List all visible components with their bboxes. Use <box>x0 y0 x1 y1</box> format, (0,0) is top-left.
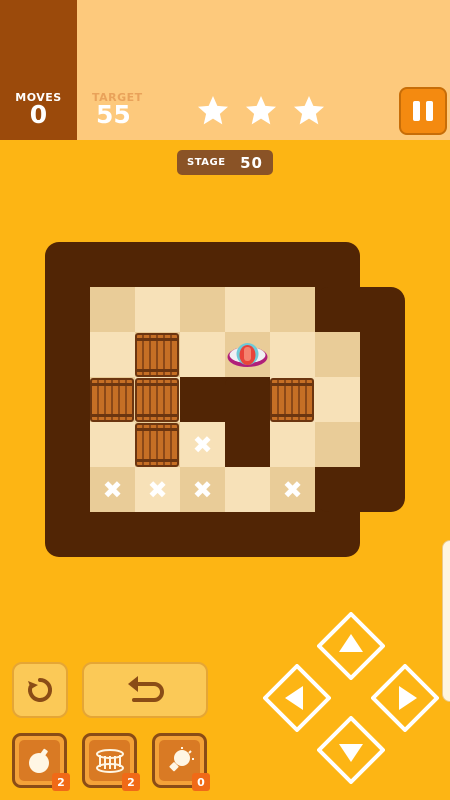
crate <box>270 378 314 422</box>
floor-tile <box>180 332 225 377</box>
down-button[interactable] <box>317 716 385 784</box>
robot-player-icon <box>227 343 268 367</box>
floor-tile <box>135 287 180 332</box>
floor-tile <box>270 422 315 467</box>
floor-tile <box>315 332 360 377</box>
crate <box>135 423 179 467</box>
crate <box>135 333 179 377</box>
side-drawer-tab[interactable] <box>442 540 450 702</box>
wall <box>225 377 270 467</box>
floor-tile <box>90 422 135 467</box>
goal-marker: ✖ <box>192 475 213 504</box>
goal-marker: ✖ <box>102 475 123 504</box>
goal-marker: ✖ <box>282 475 303 504</box>
restart-button[interactable] <box>12 662 68 718</box>
floor-tile <box>315 422 360 467</box>
goal-marker: ✖ <box>147 475 168 504</box>
bomb-item-button[interactable]: 2 <box>12 733 70 791</box>
floor-tile <box>270 287 315 332</box>
fence-remove-item-button[interactable]: 2 <box>82 733 140 791</box>
floor-tile <box>180 287 225 332</box>
item-count-badge: 2 <box>52 773 70 791</box>
restart-icon <box>28 677 53 702</box>
crate <box>135 378 179 422</box>
item-count-badge: 0 <box>192 773 210 791</box>
lightbulb-hint-icon <box>168 746 194 771</box>
hint-item-button[interactable]: 0 <box>152 733 210 791</box>
floor-tile <box>225 467 270 512</box>
goal-marker: ✖ <box>192 430 213 459</box>
bomb-icon <box>28 748 49 773</box>
crate <box>90 378 134 422</box>
undo-button[interactable] <box>82 662 208 718</box>
floor-tile <box>225 287 270 332</box>
floor-tile <box>270 332 315 377</box>
floor-tile <box>90 332 135 377</box>
undo-arrow-icon <box>128 676 164 702</box>
item-count-badge: 2 <box>122 773 140 791</box>
floor-tile <box>315 377 360 422</box>
fence-remove-icon <box>95 748 124 773</box>
floor-tile <box>90 287 135 332</box>
